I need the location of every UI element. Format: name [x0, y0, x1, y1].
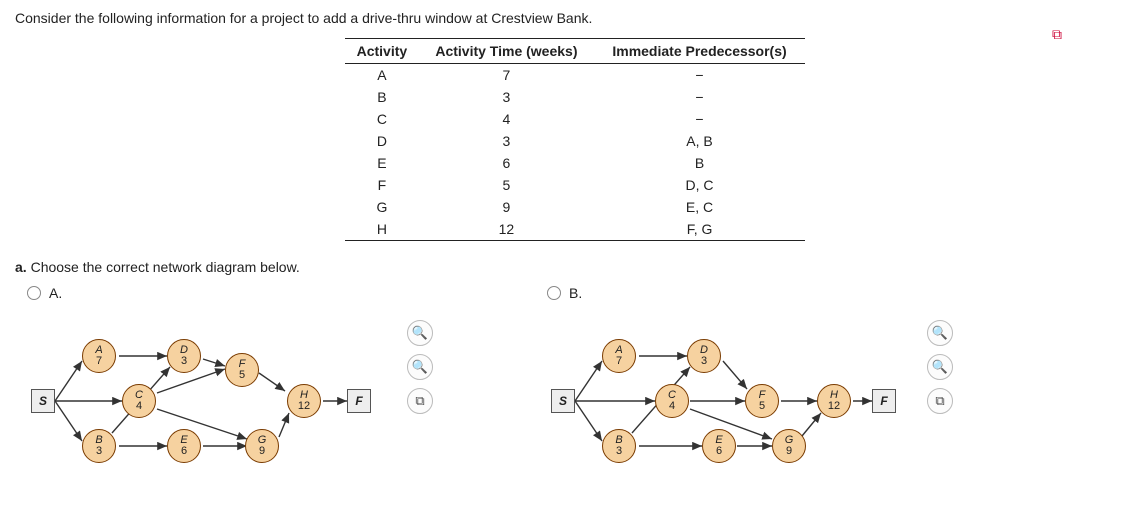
node-d: D3	[167, 339, 201, 373]
node-g: G9	[245, 429, 279, 463]
node-a: A7	[82, 339, 116, 373]
node-h: H12	[287, 384, 321, 418]
part-a-prompt: a. Choose the correct network diagram be…	[15, 259, 1122, 275]
node-f-act: F5	[225, 353, 259, 387]
activity-table: Activity Activity Time (weeks) Immediate…	[345, 38, 805, 241]
intro-text: Consider the following information for a…	[15, 10, 1122, 26]
table-row: E6B	[345, 152, 805, 174]
node-b: B3	[602, 429, 636, 463]
node-start: S	[551, 389, 575, 413]
open-icon[interactable]: ⧉	[927, 388, 953, 414]
table-row: H12F, G	[345, 218, 805, 241]
th-time: Activity Time (weeks)	[419, 39, 594, 64]
radio-a[interactable]	[27, 286, 41, 300]
zoom-in-icon[interactable]: 🔍	[407, 320, 433, 346]
node-a: A7	[602, 339, 636, 373]
node-e: E6	[702, 429, 736, 463]
popup-icon[interactable]: ⧉	[1052, 26, 1062, 43]
zoom-out-icon[interactable]: 🔍	[927, 354, 953, 380]
node-d: D3	[687, 339, 721, 373]
node-start: S	[31, 389, 55, 413]
open-icon[interactable]: ⧉	[407, 388, 433, 414]
table-row: A7−	[345, 64, 805, 87]
table-row: G9E, C	[345, 196, 805, 218]
diagram-b: S A7 C4 B3 D3 E6 F5 G9 H12 F	[547, 311, 907, 481]
node-f-act: F5	[745, 384, 779, 418]
node-e: E6	[167, 429, 201, 463]
option-a-label: A.	[49, 285, 62, 301]
radio-b[interactable]	[547, 286, 561, 300]
node-g: G9	[772, 429, 806, 463]
node-h: H12	[817, 384, 851, 418]
node-c: C4	[122, 384, 156, 418]
table-row: D3A, B	[345, 130, 805, 152]
table-row: B3−	[345, 86, 805, 108]
th-pred: Immediate Predecessor(s)	[594, 39, 805, 64]
table-row: C4−	[345, 108, 805, 130]
node-finish: F	[872, 389, 896, 413]
th-activity: Activity	[345, 39, 419, 64]
option-b-label: B.	[569, 285, 582, 301]
node-b: B3	[82, 429, 116, 463]
zoom-out-icon[interactable]: 🔍	[407, 354, 433, 380]
option-a[interactable]: A.	[27, 285, 387, 481]
table-row: F5D, C	[345, 174, 805, 196]
diagram-a: S A7 C4 B3 D3 E6 F5 G9 H12 F	[27, 311, 387, 481]
node-finish: F	[347, 389, 371, 413]
node-c: C4	[655, 384, 689, 418]
option-b[interactable]: B. S A7 C4	[547, 285, 907, 481]
zoom-in-icon[interactable]: 🔍	[927, 320, 953, 346]
